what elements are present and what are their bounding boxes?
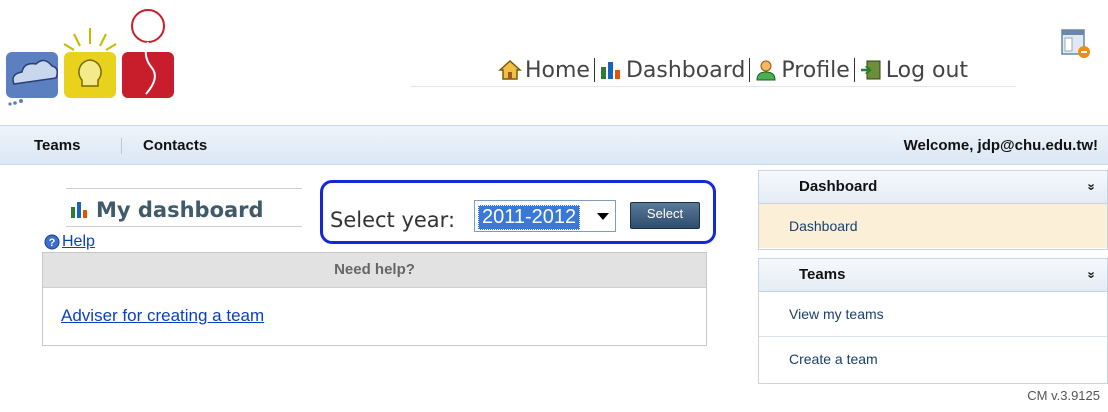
chevron-down-icon xyxy=(597,213,609,220)
year-label: Select year: xyxy=(330,208,456,232)
top-navigation: Home Dashboard Profile Log out xyxy=(498,50,968,90)
page-title-text: My dashboard xyxy=(96,198,264,222)
version-label: CM v.3.9125 xyxy=(1027,388,1100,403)
need-help-panel: Need help? Adviser for creating a team xyxy=(42,252,707,346)
year-select[interactable]: 2011-2012 xyxy=(474,200,616,232)
sidebar-dashboard-header[interactable]: Dashboard » xyxy=(759,171,1107,204)
select-button[interactable]: Select xyxy=(630,202,700,229)
nav-separator xyxy=(853,58,855,82)
sidebar-dashboard-panel: Dashboard » Dashboard xyxy=(758,170,1108,250)
sidebar-dashboard-title: Dashboard xyxy=(799,178,878,195)
adviser-link[interactable]: Adviser for creating a team xyxy=(61,306,264,326)
nav-profile-label: Profile xyxy=(781,57,850,83)
nav-dashboard-link[interactable]: Dashboard xyxy=(599,58,745,83)
nav-divider xyxy=(410,86,1016,87)
menu-contacts[interactable]: Contacts xyxy=(143,126,207,164)
year-select-value: 2011-2012 xyxy=(478,205,581,230)
svg-text:?: ? xyxy=(49,237,56,249)
menu-teams[interactable]: Teams xyxy=(34,126,80,164)
bar-chart-icon xyxy=(600,62,620,79)
nav-separator xyxy=(749,58,751,82)
help-icon: ? xyxy=(44,234,60,250)
window-settings-icon[interactable] xyxy=(1060,28,1092,60)
nav-home-link[interactable]: Home xyxy=(498,58,590,83)
nav-home-label: Home xyxy=(525,57,590,83)
collapse-icon[interactable]: » xyxy=(1075,271,1107,278)
nav-logout-label: Log out xyxy=(885,57,969,83)
sidebar-teams-header[interactable]: Teams » xyxy=(759,259,1107,292)
nav-separator xyxy=(593,58,595,82)
nav-profile-link[interactable]: Profile xyxy=(754,57,850,83)
user-icon xyxy=(756,60,776,81)
nav-dashboard-label: Dashboard xyxy=(625,57,746,83)
sidebar-item-dashboard[interactable]: Dashboard xyxy=(759,204,1107,248)
sidebar-item-create-team[interactable]: Create a team xyxy=(759,336,1107,381)
help-label: Help xyxy=(62,233,95,250)
sidebar-item-view-teams[interactable]: View my teams xyxy=(759,292,1107,336)
title-divider xyxy=(66,226,302,227)
title-divider xyxy=(66,188,302,189)
menu-bar: Teams Contacts Welcome, jdp@chu.edu.tw! xyxy=(0,125,1108,165)
nav-logout-link[interactable]: Log out xyxy=(859,58,968,83)
collapse-icon[interactable]: » xyxy=(1075,183,1107,190)
sidebar-teams-title: Teams xyxy=(799,266,846,283)
bar-chart-icon xyxy=(71,202,87,218)
site-logo xyxy=(6,9,174,106)
logout-icon xyxy=(860,60,881,80)
welcome-message: Welcome, jdp@chu.edu.tw! xyxy=(903,137,1098,154)
home-icon xyxy=(498,59,522,80)
page-title: My dashboard xyxy=(70,196,264,224)
help-link[interactable]: ? Help xyxy=(44,233,95,251)
menu-separator xyxy=(121,138,122,154)
sidebar-teams-panel: Teams » View my teams Create a team xyxy=(758,258,1108,384)
need-help-header: Need help? xyxy=(43,253,706,288)
